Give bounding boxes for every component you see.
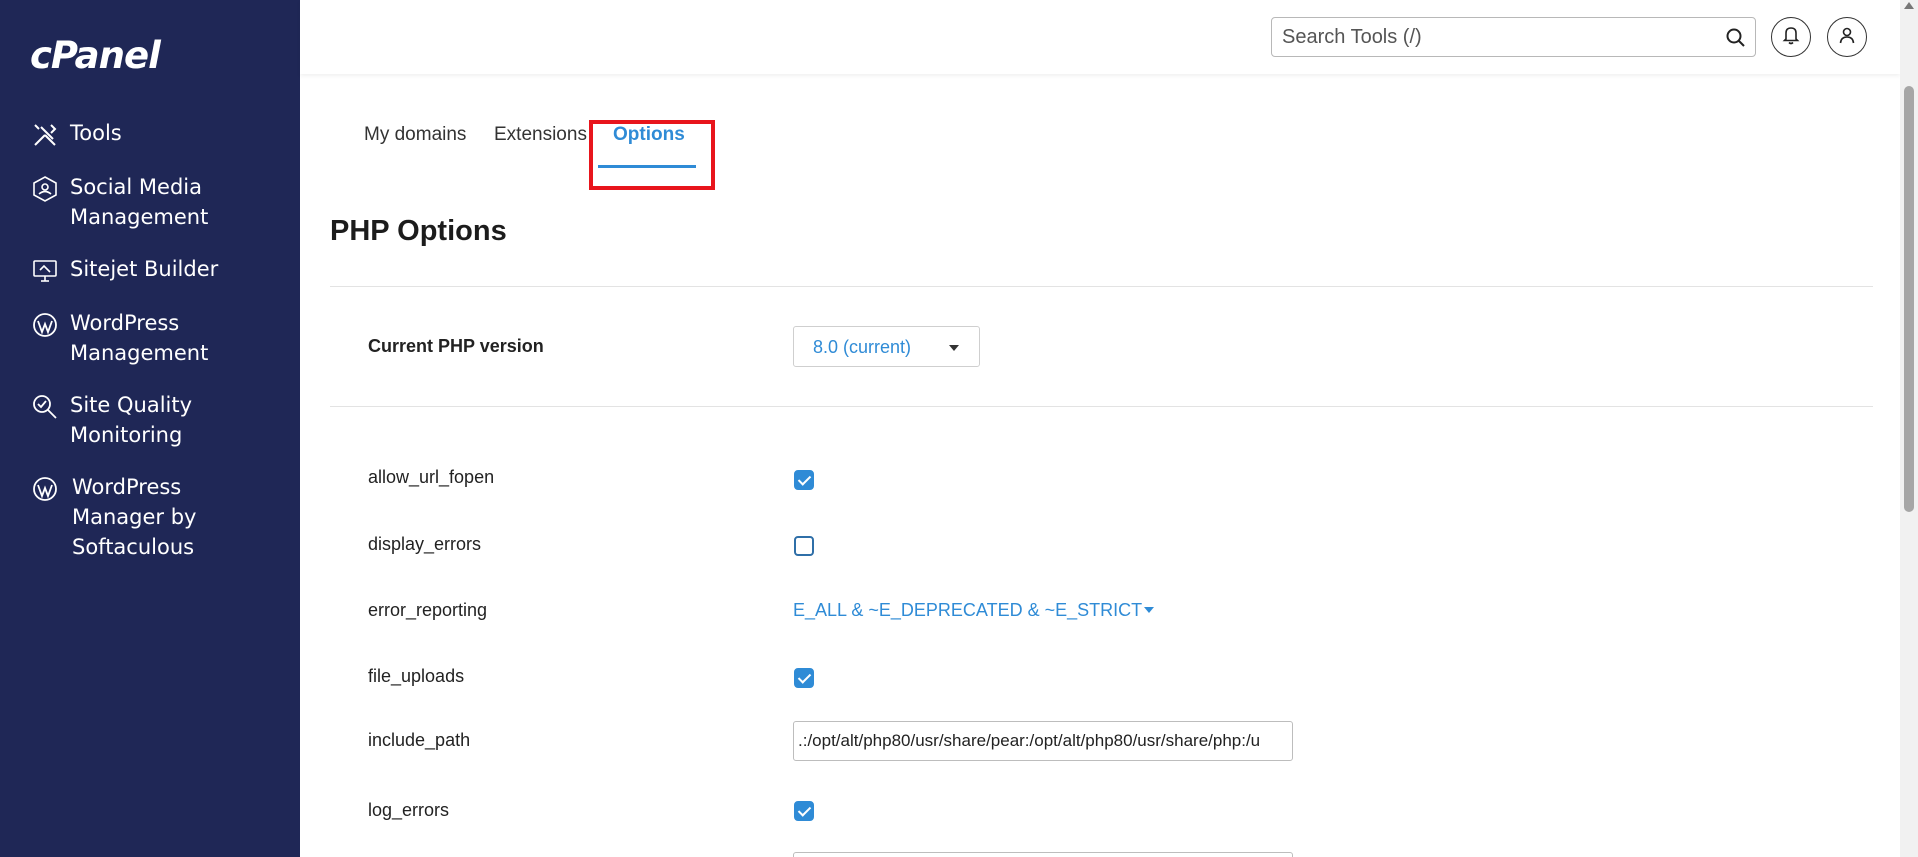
- sidebar-item-tools[interactable]: Tools: [0, 112, 300, 156]
- php-version-select[interactable]: 8.0 (current): [793, 326, 980, 367]
- notifications-button[interactable]: [1771, 17, 1811, 57]
- search-box[interactable]: [1271, 17, 1756, 57]
- sidebar: cPanel Tools Social Media Management Sit…: [0, 0, 300, 857]
- scroll-up-arrow-icon[interactable]: [1904, 2, 1914, 9]
- php-version-value: 8.0 (current): [813, 337, 912, 357]
- cpanel-logo[interactable]: cPanel: [30, 34, 161, 77]
- tools-icon: [30, 120, 60, 150]
- tab-my-domains[interactable]: My domains: [364, 124, 466, 146]
- site-quality-icon: [30, 392, 60, 422]
- divider: [330, 286, 1873, 287]
- sidebar-item-label: WordPress Manager by Softaculous: [70, 472, 196, 562]
- tab-extensions[interactable]: Extensions: [494, 124, 587, 146]
- search-input[interactable]: [1272, 18, 1702, 56]
- sidebar-nav: Tools Social Media Management Sitejet Bu…: [0, 112, 300, 578]
- option-label-include-path: include_path: [368, 730, 471, 750]
- allow-url-fopen-checkbox[interactable]: [794, 470, 814, 490]
- error-reporting-select[interactable]: E_ALL & ~E_DEPRECATED & ~E_STRICT: [793, 600, 1155, 621]
- sidebar-item-wordpress-management[interactable]: WordPress Management: [0, 302, 300, 374]
- sidebar-item-label: Social Media Management: [70, 175, 209, 229]
- wordpress-icon: [30, 310, 60, 340]
- caret-down-icon: [1144, 607, 1155, 613]
- error-reporting-value: E_ALL & ~E_DEPRECATED & ~E_STRICT: [793, 600, 1143, 620]
- search-icon[interactable]: [1725, 27, 1747, 49]
- social-media-icon: [30, 174, 60, 204]
- include-path-field[interactable]: [793, 721, 1293, 761]
- include-path-input[interactable]: [794, 722, 1292, 760]
- divider: [330, 406, 1873, 407]
- sidebar-item-label: Sitejet Builder: [70, 257, 219, 281]
- display-errors-checkbox[interactable]: [794, 536, 814, 556]
- file-uploads-checkbox[interactable]: [794, 668, 814, 688]
- option-label-log-errors: log_errors: [368, 800, 450, 820]
- user-icon: [1837, 25, 1857, 50]
- bell-icon: [1781, 25, 1801, 50]
- page-scrollbar[interactable]: [1900, 0, 1918, 857]
- sidebar-item-social-media[interactable]: Social Media Management: [0, 166, 300, 238]
- wordpress-icon: [30, 474, 60, 504]
- chevron-down-icon: [949, 345, 959, 351]
- option-label-file-uploads: file_uploads: [368, 666, 465, 686]
- option-label-error-reporting: error_reporting: [368, 600, 488, 620]
- page-title: PHP Options: [330, 215, 507, 247]
- next-option-field[interactable]: [793, 852, 1293, 857]
- top-header: [300, 0, 1900, 74]
- sidebar-item-label-text: WordPress Manager by Softaculous: [72, 475, 197, 559]
- sidebar-item-label: Site Quality Monitoring: [70, 393, 193, 447]
- sidebar-item-label: WordPress Management: [70, 311, 209, 365]
- scroll-thumb[interactable]: [1904, 86, 1914, 512]
- log-errors-checkbox[interactable]: [794, 801, 814, 821]
- user-menu-button[interactable]: [1827, 17, 1867, 57]
- php-version-label: Current PHP version: [368, 336, 544, 356]
- sitejet-icon: [30, 256, 60, 286]
- main-content: My domains Extensions Options PHP Option…: [300, 74, 1900, 857]
- sidebar-item-label: Tools: [70, 121, 122, 145]
- sidebar-item-sitejet[interactable]: Sitejet Builder: [0, 248, 300, 292]
- highlight-annotation-box: [589, 120, 715, 190]
- sidebar-item-softaculous[interactable]: WordPress Manager by Softaculous: [0, 466, 300, 568]
- option-label-allow-url-fopen: allow_url_fopen: [368, 467, 495, 487]
- option-label-display-errors: display_errors: [368, 534, 482, 554]
- sidebar-item-site-quality[interactable]: Site Quality Monitoring: [0, 384, 300, 456]
